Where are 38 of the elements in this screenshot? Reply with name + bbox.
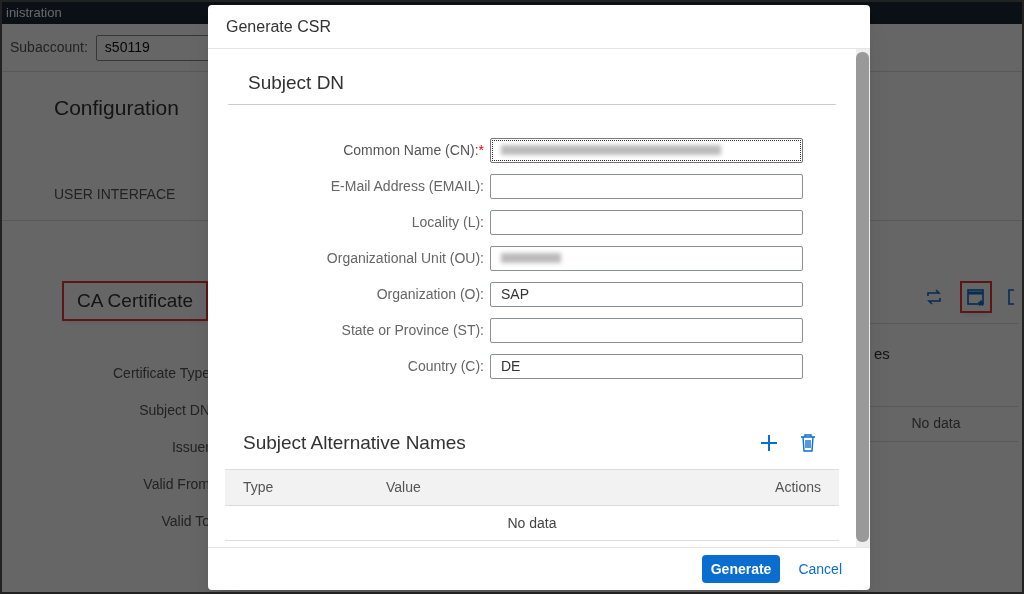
field-label: Common Name (CN): [343,140,479,160]
required-mark: * [478,140,484,160]
column-header: Actions [775,478,821,497]
input-field[interactable] [490,209,803,235]
field-label: Organizational Unit (OU): [326,248,484,268]
column-header: Type [243,478,275,497]
field-label: E-Mail Address (EMAIL): [330,176,484,196]
field-label: Country (C): [407,356,484,376]
app-title: inistration [6,4,62,23]
column-header: Value [386,478,422,497]
input-field[interactable]: SAP [490,281,803,307]
field-label: State or Province (ST): [341,320,484,340]
add-icon[interactable] [760,433,778,452]
field-label: Organization (O): [376,284,484,304]
scrollbar[interactable] [856,49,870,547]
delete-icon[interactable] [800,433,816,452]
section-title: Subject DN [248,72,345,93]
field-label: Issuer [171,438,210,457]
section-title: Subject Alternative Names [243,430,466,455]
input-field[interactable] [490,317,803,343]
dialog-title: Generate CSR [226,16,331,37]
generate-button[interactable]: Generate [701,555,781,583]
empty-text: No data [911,414,961,433]
tab[interactable]: USER INTERFACE [54,185,176,202]
page-heading: Configuration [54,96,179,119]
refresh-icon[interactable] [924,286,944,307]
input-field[interactable] [490,245,803,271]
cancel-button[interactable]: Cancel [790,555,850,583]
field-label: Certificate Type [113,364,210,383]
field-label: Locality (L): [411,212,484,232]
input-field[interactable]: DE [490,353,803,379]
input-field[interactable] [490,173,803,199]
input-field[interactable] [490,137,803,163]
subaccount-label: Subaccount: [10,38,88,57]
section-title: CA Certificate [64,282,207,319]
blurred-value [501,251,561,265]
empty-text: No data [507,513,557,533]
partial-text: es [874,344,890,362]
